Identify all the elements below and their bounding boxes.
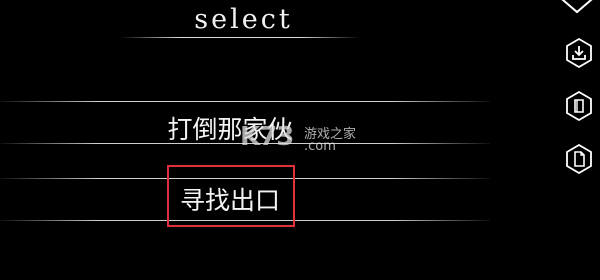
document-icon[interactable] — [566, 144, 592, 174]
download-icon[interactable] — [566, 38, 592, 68]
diamond-icon[interactable] — [560, 0, 594, 16]
watermark-logo: K73 — [240, 122, 294, 152]
book-icon[interactable] — [566, 91, 592, 121]
page-title: select — [194, 4, 293, 35]
divider-line — [0, 101, 490, 102]
watermark: K73 游戏之家 .com — [240, 120, 370, 158]
title-underline — [120, 37, 360, 38]
selection-highlight-box — [167, 165, 295, 227]
choice-defeat-him[interactable]: 打倒那家伙 — [0, 110, 460, 146]
watermark-domain: .com — [304, 139, 336, 154]
